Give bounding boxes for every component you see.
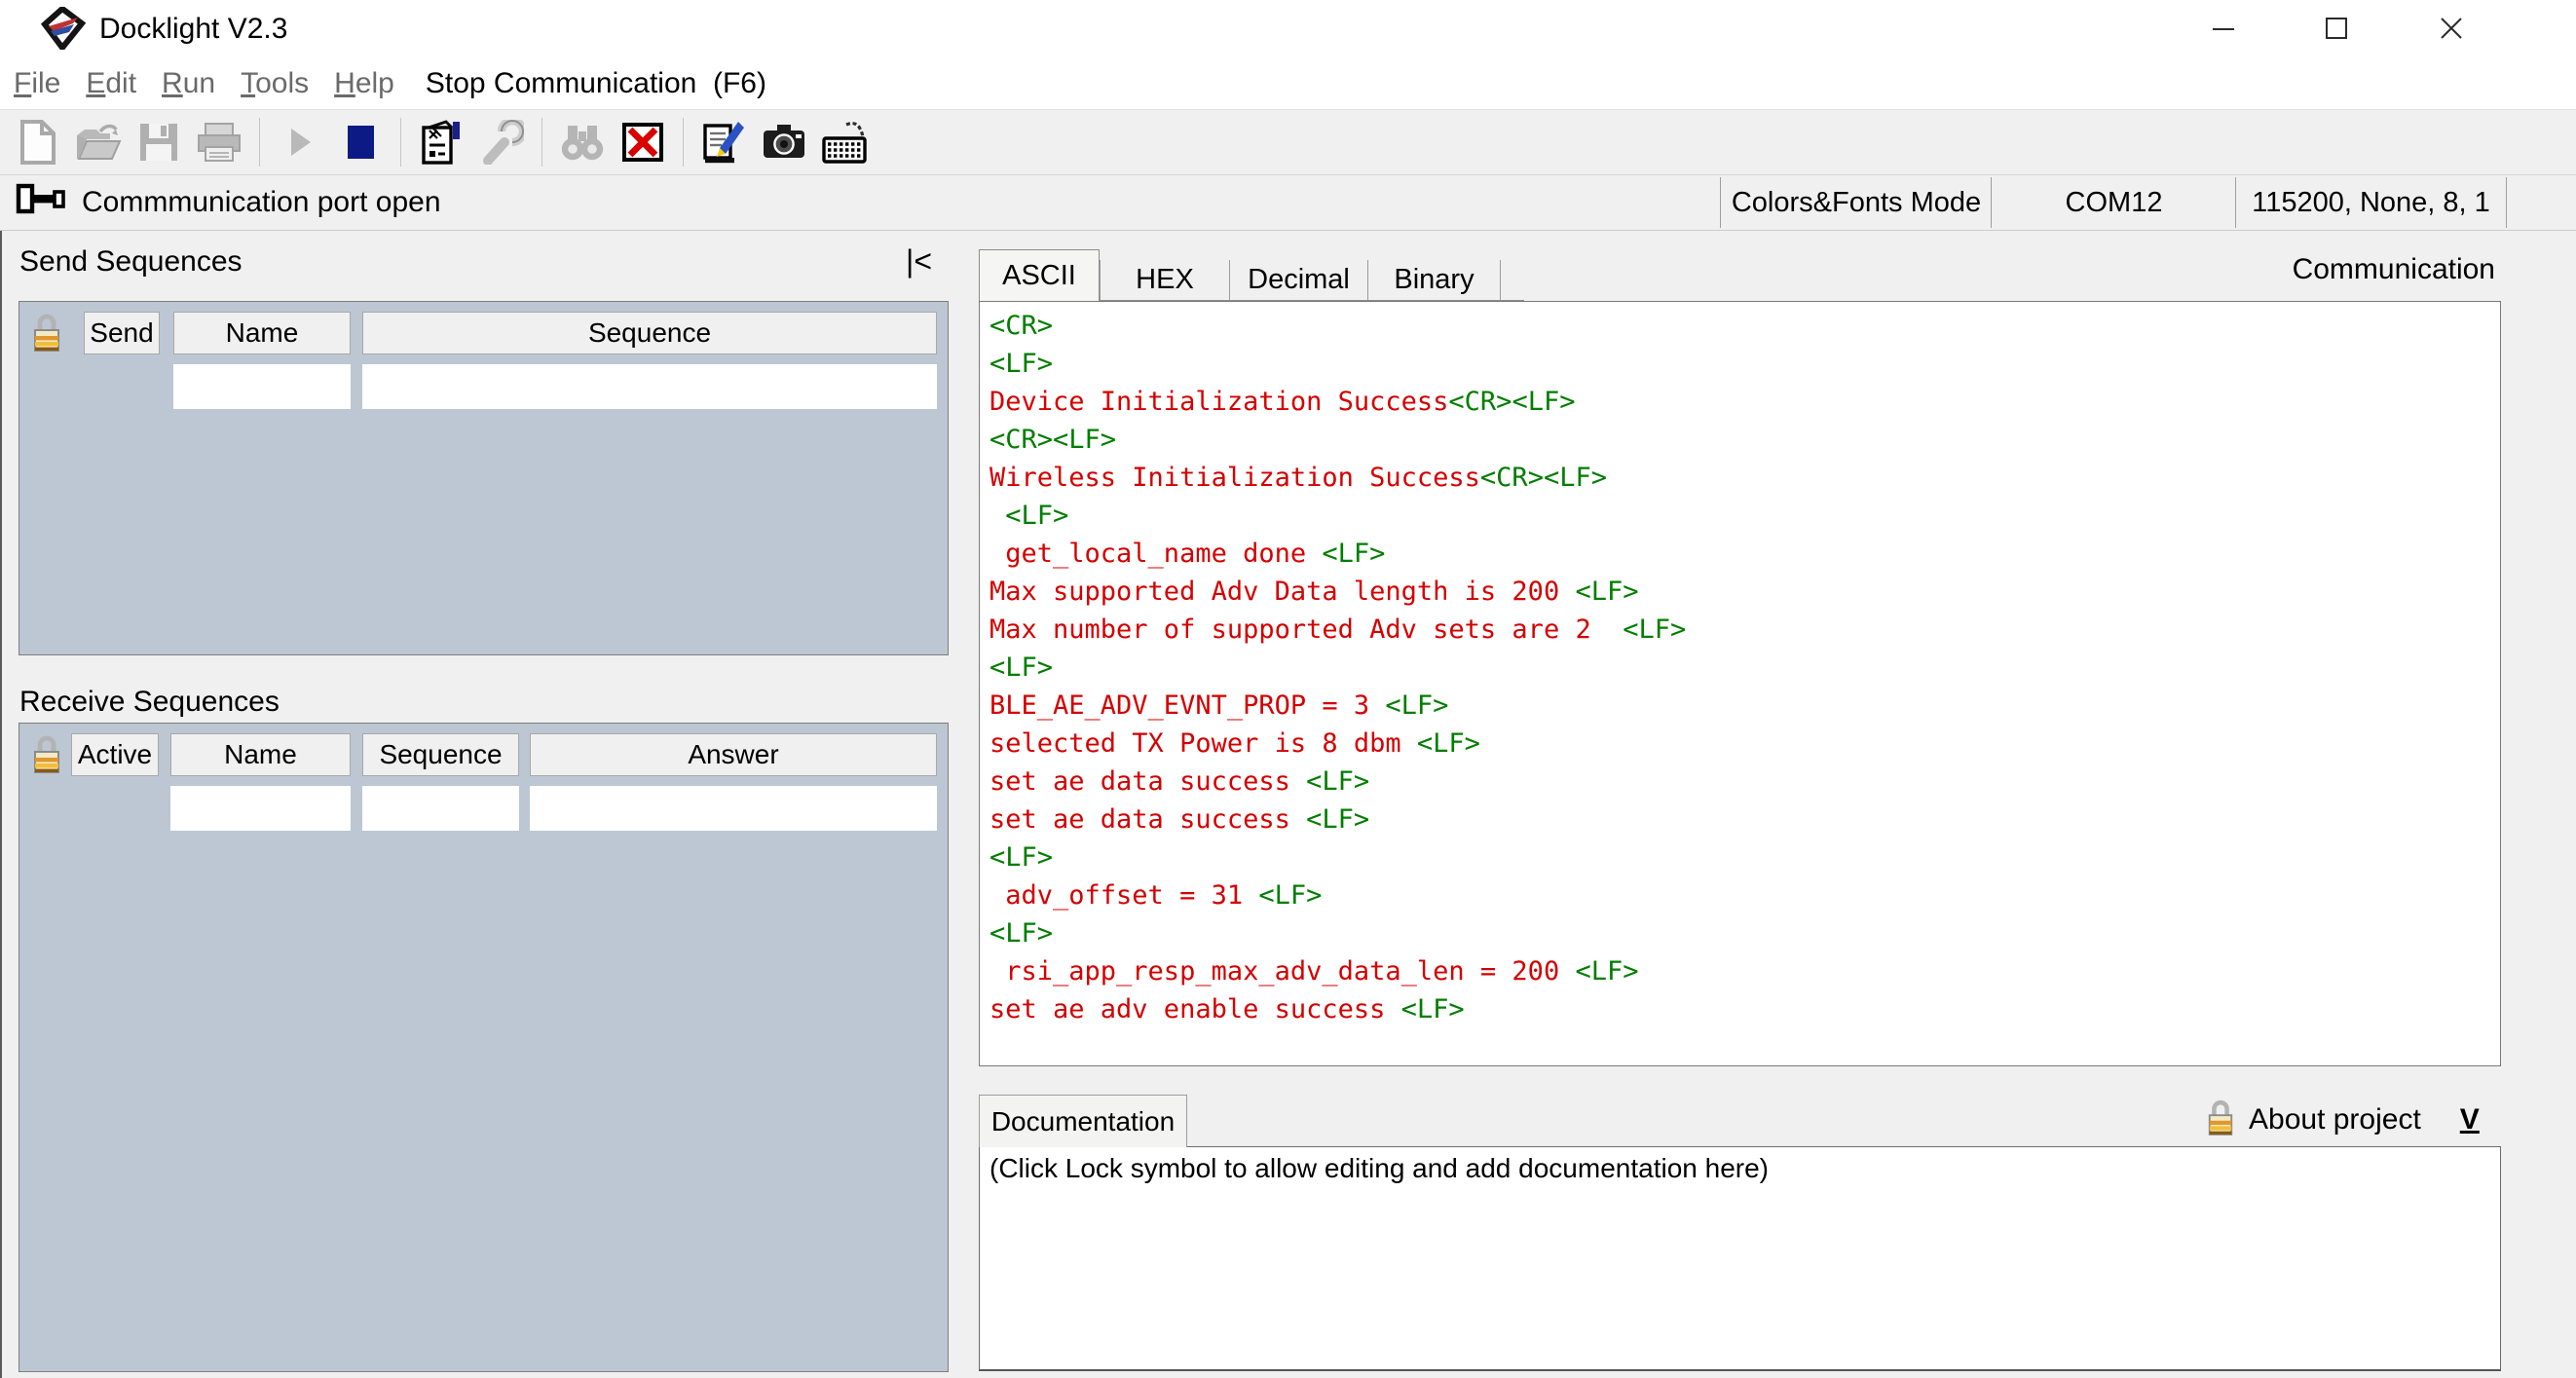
lock-icon[interactable] bbox=[31, 733, 62, 781]
options-wrench-icon[interactable] bbox=[471, 113, 532, 171]
name-column-header[interactable]: Name bbox=[173, 312, 351, 354]
start-communication-icon[interactable] bbox=[270, 113, 330, 171]
documentation-text-area[interactable]: (Click Lock symbol to allow editing and … bbox=[979, 1146, 2501, 1371]
maximize-button[interactable] bbox=[2295, 0, 2378, 56]
toolbar-separator bbox=[259, 118, 260, 167]
menu-stop-communication[interactable]: Stop Communication (F6) bbox=[426, 67, 766, 100]
receive-sequences-panel: Active Name Sequence Answer bbox=[19, 723, 949, 1372]
snapshot-camera-icon[interactable] bbox=[754, 113, 814, 171]
answer-column-header[interactable]: Answer bbox=[530, 733, 937, 776]
log-line: selected TX Power is 8 dbm <LF> bbox=[989, 728, 1480, 759]
print-icon[interactable] bbox=[189, 113, 249, 171]
log-line: Device Initialization Success<CR><LF> bbox=[989, 387, 1576, 417]
status-bar: Commmunication port open Colors&Fonts Mo… bbox=[0, 175, 2576, 231]
send-name-input[interactable] bbox=[173, 364, 351, 409]
tab-decimal[interactable]: Decimal bbox=[1230, 260, 1368, 300]
log-line: Max supported Adv Data length is 200 <LF… bbox=[989, 577, 1639, 607]
tab-hex[interactable]: HEX bbox=[1100, 260, 1230, 300]
communication-log[interactable]: <CR> <LF> Device Initialization Success<CR… bbox=[979, 301, 2501, 1066]
tab-ascii[interactable]: ASCII bbox=[979, 249, 1100, 301]
lock-icon[interactable] bbox=[31, 312, 62, 359]
tab-binary[interactable]: Binary bbox=[1368, 260, 1501, 300]
send-sequences-panel: Send Name Sequence bbox=[19, 301, 949, 655]
log-line: Wireless Initialization Success<CR><LF> bbox=[989, 463, 1607, 493]
window-title: Docklight V2.3 bbox=[99, 13, 288, 45]
colors-fonts-mode-indicator[interactable]: Colors&Fonts Mode bbox=[1720, 177, 1992, 228]
sequence-column-header[interactable]: Sequence bbox=[362, 312, 937, 354]
log-line: adv_offset = 31 <LF> bbox=[989, 880, 1323, 911]
communication-pane-label: Communication bbox=[2292, 253, 2495, 285]
menu-bar: File Edit Run Tools Help Stop Communication … bbox=[0, 58, 2576, 109]
project-settings-icon[interactable] bbox=[411, 113, 471, 171]
documentation-placeholder: (Click Lock symbol to allow editing and … bbox=[989, 1153, 1769, 1183]
title-bar: Docklight V2.3 bbox=[0, 0, 2576, 58]
receive-sequences-title: Receive Sequences bbox=[19, 686, 280, 718]
log-line: <LF> bbox=[1005, 501, 1069, 531]
receive-answer-input[interactable] bbox=[530, 786, 937, 831]
log-line: get_local_name done <LF> bbox=[989, 539, 1386, 569]
serial-connector-icon bbox=[16, 181, 66, 224]
stop-communication-icon[interactable] bbox=[330, 113, 391, 171]
log-line: Max number of supported Adv sets are 2 <… bbox=[989, 615, 1687, 645]
expand-documentation-button[interactable]: V bbox=[2460, 1103, 2480, 1136]
log-line: <LF> bbox=[989, 652, 1054, 683]
receive-name-input[interactable] bbox=[170, 786, 351, 831]
status-message: Commmunication port open bbox=[82, 186, 441, 218]
keyboard-console-icon[interactable] bbox=[814, 113, 875, 171]
lock-icon[interactable] bbox=[2206, 1098, 2235, 1143]
name-column-header[interactable]: Name bbox=[170, 733, 351, 776]
docklight-window: Docklight V2.3 File Edit Run Tools Help Stop… bbox=[0, 0, 2576, 1378]
menu-items: File Edit Run Tools Help bbox=[14, 67, 420, 100]
send-sequences-title: Send Sequences bbox=[19, 245, 243, 278]
collapse-panel-button[interactable]: |< bbox=[906, 243, 932, 279]
port-settings-indicator[interactable]: 115200, None, 8, 1 bbox=[2235, 177, 2507, 228]
com-port-indicator[interactable]: COM12 bbox=[1991, 177, 2236, 228]
log-line: <LF> bbox=[989, 349, 1054, 379]
send-sequence-input[interactable] bbox=[362, 364, 937, 409]
menu-tools[interactable]: Tools bbox=[241, 67, 309, 99]
notepad-edit-icon[interactable] bbox=[693, 113, 754, 171]
log-line: <CR><LF> bbox=[989, 425, 1117, 455]
log-line: set ae data success <LF> bbox=[989, 766, 1370, 797]
close-button[interactable] bbox=[2409, 0, 2493, 56]
toolbar bbox=[0, 109, 2576, 175]
menu-run[interactable]: Run bbox=[162, 67, 215, 99]
log-line: <LF> bbox=[989, 842, 1054, 873]
new-file-icon[interactable] bbox=[8, 113, 68, 171]
log-line: BLE_AE_ADV_EVNT_PROP = 3 <LF> bbox=[989, 690, 1449, 721]
toolbar-separator bbox=[400, 118, 401, 167]
save-project-icon[interactable] bbox=[129, 113, 189, 171]
log-line: set ae data success <LF> bbox=[989, 804, 1370, 835]
send-column-header[interactable]: Send bbox=[84, 312, 160, 354]
sequence-column-header[interactable]: Sequence bbox=[362, 733, 519, 776]
active-column-header[interactable]: Active bbox=[71, 733, 159, 776]
clear-communication-icon[interactable] bbox=[613, 113, 673, 171]
toolbar-separator bbox=[541, 118, 542, 167]
documentation-tab[interactable]: Documentation bbox=[979, 1095, 1187, 1147]
menu-file[interactable]: File bbox=[14, 67, 60, 99]
receive-sequence-input[interactable] bbox=[362, 786, 519, 831]
log-line: set ae adv enable success <LF> bbox=[989, 994, 1465, 1024]
find-binoculars-icon[interactable] bbox=[552, 113, 613, 171]
log-line: rsi_app_resp_max_adv_data_len = 200 <LF> bbox=[989, 956, 1639, 987]
docklight-logo-icon bbox=[40, 5, 88, 55]
log-line: <CR> bbox=[989, 311, 1054, 341]
open-project-icon[interactable] bbox=[68, 113, 129, 171]
about-project-row: About project V bbox=[2206, 1097, 2480, 1143]
log-line: <LF> bbox=[989, 918, 1054, 949]
menu-help[interactable]: Help bbox=[334, 67, 394, 99]
about-project-label: About project bbox=[2249, 1103, 2421, 1136]
toolbar-separator bbox=[683, 118, 684, 167]
minimize-button[interactable] bbox=[2182, 0, 2265, 56]
menu-edit[interactable]: Edit bbox=[86, 67, 136, 99]
